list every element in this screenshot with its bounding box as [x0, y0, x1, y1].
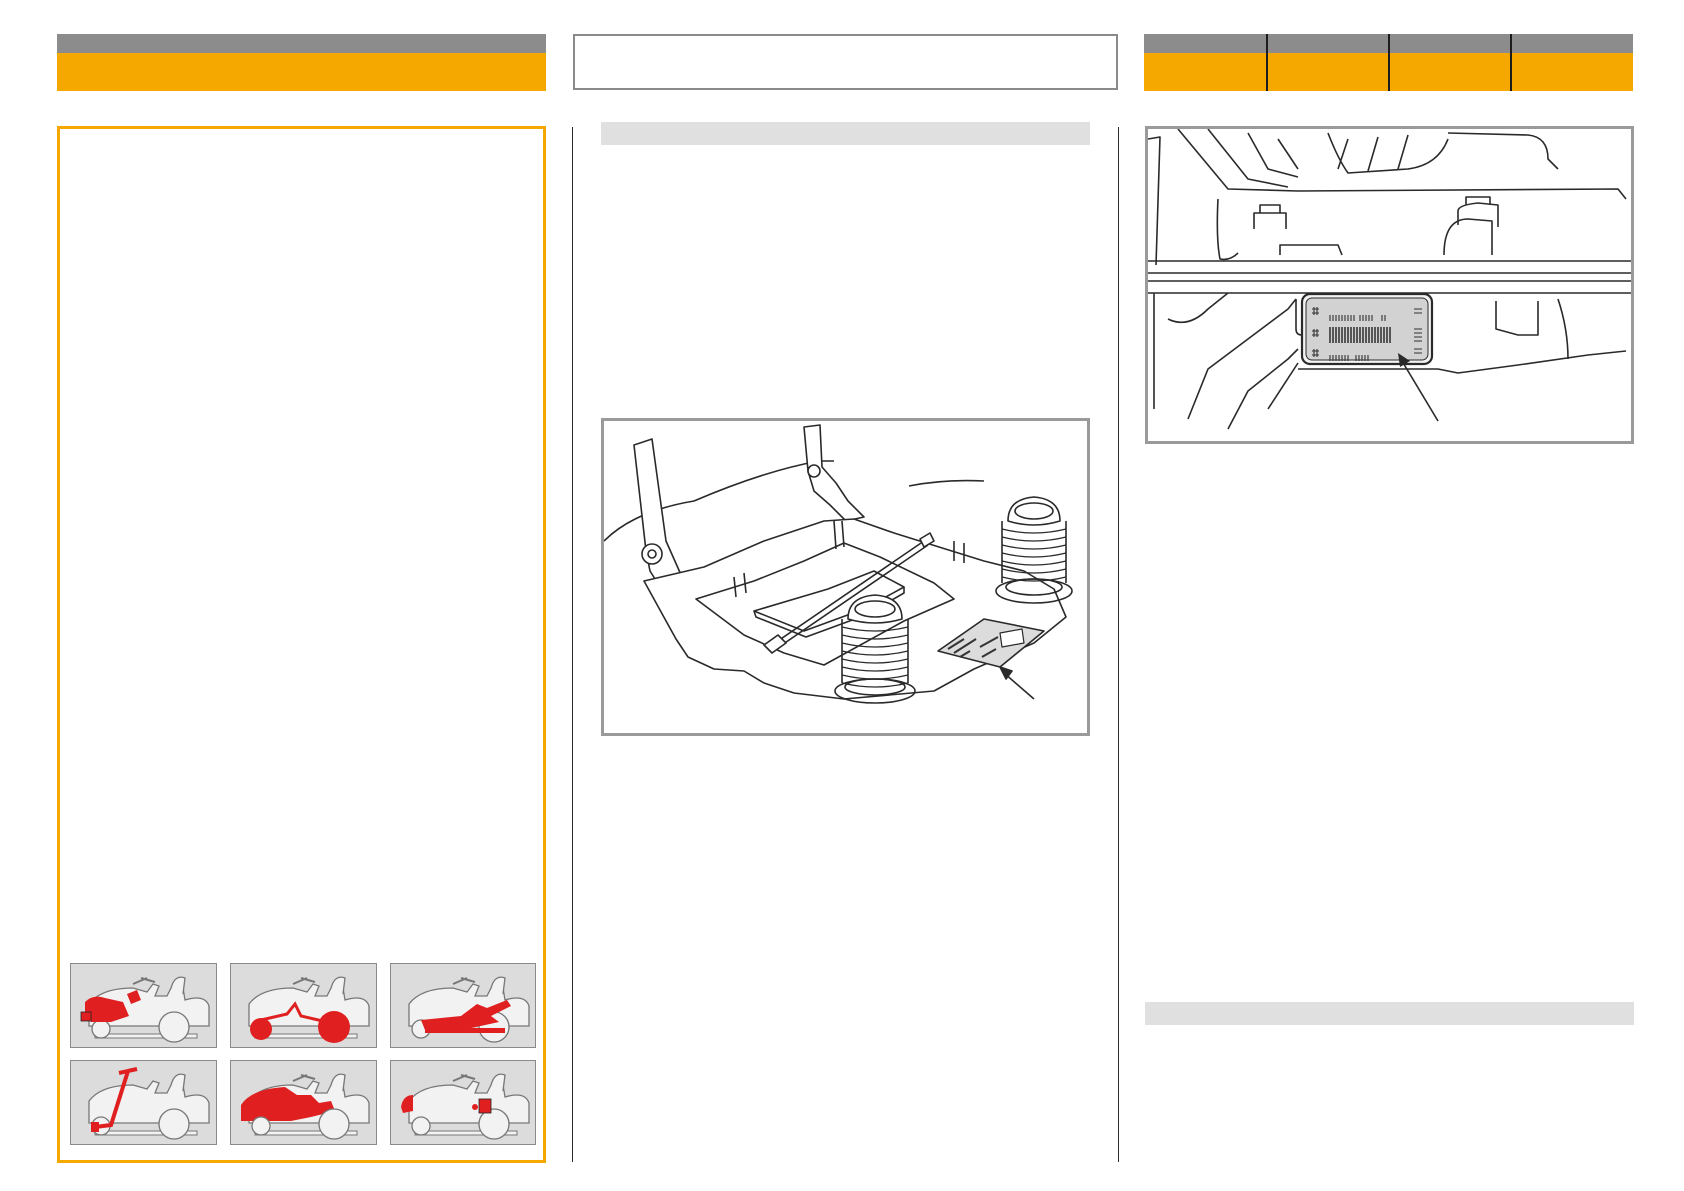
- tab-divider: [1266, 34, 1268, 91]
- frame-label-figure: [1145, 126, 1634, 444]
- left-header-accent-band: [57, 53, 546, 91]
- tractor-steering-icon: [88, 1067, 210, 1140]
- right-header-tabs: [1144, 34, 1633, 91]
- seat-plate-figure: [601, 418, 1090, 736]
- thumbnail-steering[interactable]: [70, 1060, 217, 1145]
- left-notice-panel: [57, 126, 546, 1163]
- left-header: [57, 34, 546, 91]
- column-divider-right: [1118, 127, 1119, 1162]
- thumbnail-engine[interactable]: [70, 963, 217, 1048]
- frame-label-location-icon: [1148, 129, 1631, 430]
- tractor-engine-icon: [80, 976, 210, 1043]
- thumbnail-wheels[interactable]: [230, 963, 377, 1048]
- thumbnail-chassis[interactable]: [390, 963, 536, 1048]
- thumbnail-grid: [70, 963, 536, 1153]
- center-header-box: [573, 34, 1118, 90]
- center-section-title-bar: [601, 122, 1090, 145]
- thumbnail-electrical[interactable]: [390, 1060, 536, 1145]
- tab-divider: [1510, 34, 1512, 91]
- tractor-body-icon: [241, 1073, 370, 1140]
- tractor-chassis-icon: [408, 976, 530, 1043]
- seat-plate-location-icon: [604, 424, 1073, 704]
- column-divider-left: [572, 127, 573, 1162]
- tab-divider: [1388, 34, 1390, 91]
- tractor-wheels-icon: [248, 976, 370, 1043]
- left-header-top-band: [57, 34, 546, 53]
- tractor-electrical-icon: [401, 1073, 530, 1140]
- right-section-title-bar: [1145, 1002, 1634, 1025]
- thumbnail-body[interactable]: [230, 1060, 377, 1145]
